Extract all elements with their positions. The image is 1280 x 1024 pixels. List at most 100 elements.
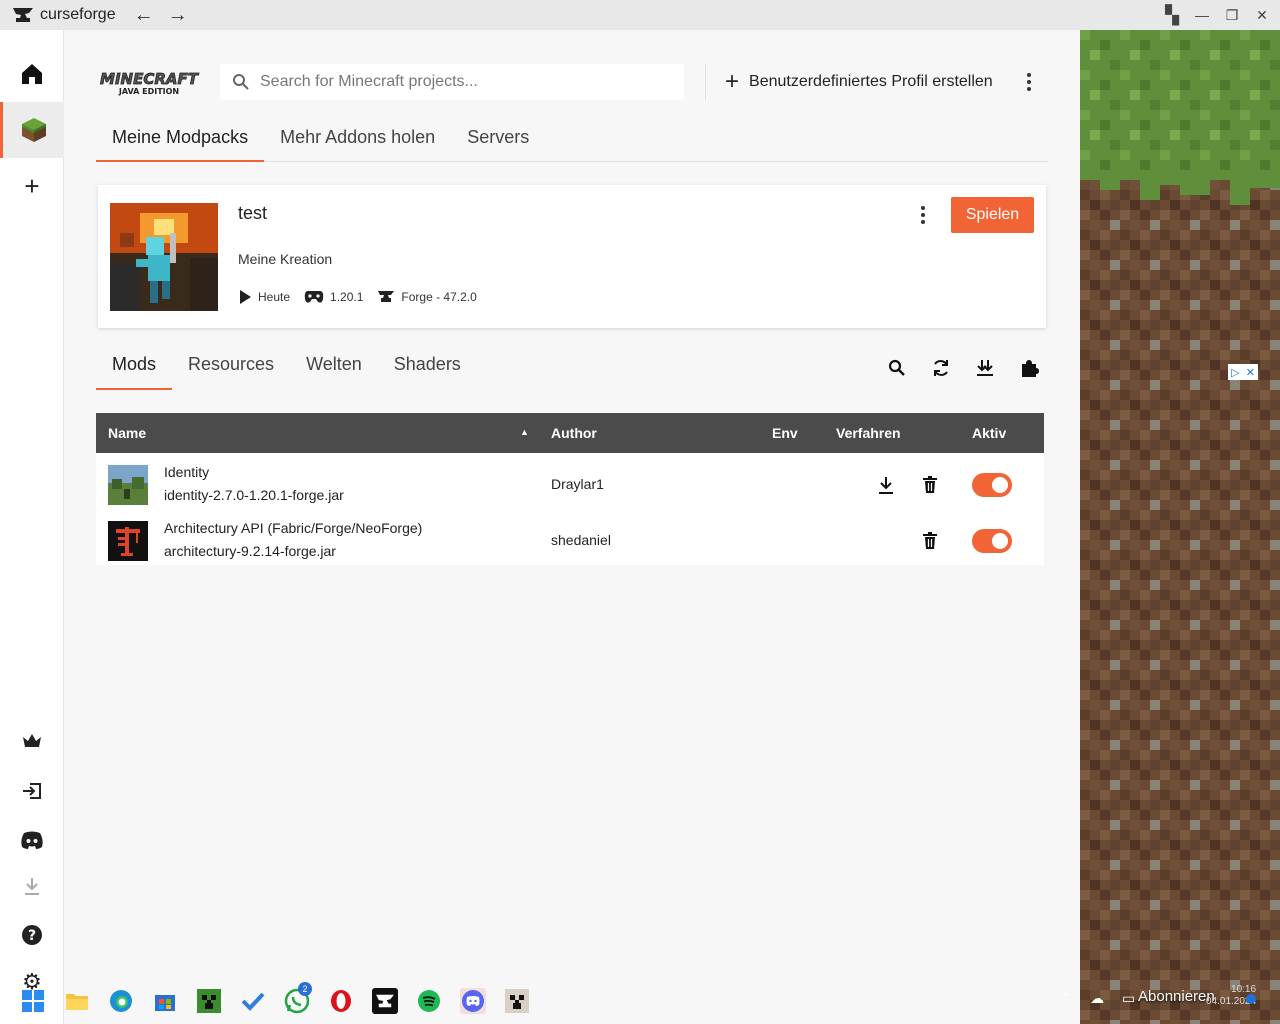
plus-icon: +	[725, 68, 740, 95]
discord-taskbar-icon[interactable]	[460, 988, 486, 1014]
profile-name: test	[238, 203, 268, 223]
tab-mods[interactable]: Mods	[96, 350, 173, 390]
monitor-icon[interactable]: ▭	[1122, 990, 1135, 1007]
app-name: curseforge	[40, 6, 116, 23]
curseforge-logo-icon	[13, 8, 33, 22]
update-all-icon[interactable]	[973, 356, 997, 380]
title-bar: curseforge ← → ▚ — ❐ ✕	[0, 0, 1280, 30]
search-bar[interactable]	[220, 64, 684, 100]
puzzle-icon[interactable]	[1017, 356, 1041, 380]
col-env[interactable]: Env	[772, 425, 798, 441]
sidebar-add-game[interactable]: +	[0, 158, 64, 214]
play-button[interactable]: Spielen	[951, 197, 1034, 233]
last-played-value: Heute	[258, 290, 291, 304]
forward-arrow-icon[interactable]: →	[168, 5, 188, 25]
mod-name[interactable]: Identity	[164, 464, 209, 480]
taskbar: 2	[0, 980, 1080, 1024]
mod-loader: Forge - 47.2.0	[377, 290, 477, 304]
tab-my-modpacks[interactable]: Meine Modpacks	[96, 122, 265, 162]
anvil-icon	[378, 291, 395, 302]
whatsapp-icon[interactable]: 2	[284, 982, 312, 1014]
ad-choices-badge[interactable]: ▷ ✕	[1228, 364, 1258, 380]
main-tabs: Meine Modpacks Mehr Addons holen Servers	[96, 122, 1048, 162]
profile-card[interactable]: test Meine Kreation Heute 1.20.1 Forge -…	[98, 185, 1046, 328]
table-row[interactable]: Identity identity-2.7.0-1.20.1-forge.jar…	[96, 453, 1044, 509]
tab-worlds[interactable]: Welten	[290, 350, 378, 390]
sidebar-home[interactable]	[0, 46, 64, 102]
todo-checkmark-icon[interactable]	[240, 988, 266, 1014]
table-row[interactable]: Architectury API (Fabric/Forge/NeoForge)…	[96, 509, 1044, 565]
onedrive-cloud-icon[interactable]: ☁	[1090, 990, 1104, 1007]
mod-author[interactable]: shedaniel	[551, 532, 611, 548]
sidebar-downloads[interactable]	[0, 858, 64, 914]
sort-ascending-icon[interactable]: ▲	[520, 427, 529, 437]
profile-meta: Heute 1.20.1 Forge - 47.2.0	[238, 289, 491, 305]
sidebar-minecraft[interactable]	[0, 102, 64, 158]
main-content: MINECRAFT JAVA EDITION + Benutzerdefinie…	[65, 30, 1080, 990]
search-icon	[233, 74, 249, 90]
login-icon	[23, 783, 41, 799]
system-tray: ⌃ ☁ ▭ Abonnieren 10:16 04.01.2024	[1050, 982, 1280, 1024]
svg-text:?: ?	[28, 928, 36, 944]
game-launcher-icon[interactable]	[504, 988, 530, 1014]
create-custom-profile-button[interactable]: + Benutzerdefiniertes Profil erstellen	[725, 68, 993, 96]
opera-browser-icon[interactable]	[328, 988, 354, 1014]
minecraft-grass-block-icon	[21, 118, 46, 142]
profile-thumbnail	[110, 203, 218, 311]
active-toggle[interactable]	[972, 529, 1012, 553]
mod-toolbar	[885, 356, 1041, 380]
mods-table: Name ▲ Author Env Verfahren Aktiv Identi…	[96, 413, 1044, 565]
gamepad-icon	[304, 291, 324, 303]
search-mods-icon[interactable]	[885, 356, 909, 380]
search-input[interactable]	[260, 73, 660, 91]
tab-resources[interactable]: Resources	[172, 350, 290, 390]
crown-icon	[23, 734, 41, 747]
close-icon[interactable]: ✕	[1254, 7, 1270, 24]
restore-icon[interactable]: ❐	[1224, 7, 1240, 24]
profile-options-icon[interactable]	[918, 203, 928, 227]
last-played: Heute	[238, 289, 290, 305]
back-arrow-icon[interactable]: ←	[134, 5, 154, 25]
edge-browser-icon[interactable]	[108, 988, 134, 1014]
mod-author[interactable]: Draylar1	[551, 476, 604, 492]
col-author[interactable]: Author	[551, 425, 597, 441]
download-icon	[25, 878, 39, 895]
play-icon	[240, 290, 251, 304]
help-icon: ?	[22, 925, 42, 945]
sidebar-help[interactable]: ?	[0, 907, 64, 963]
sidebar-login[interactable]	[0, 763, 64, 819]
delete-icon[interactable]	[918, 529, 942, 553]
ad-close-icon[interactable]: ✕	[1246, 366, 1255, 379]
minecraft-launcher-icon[interactable]	[196, 988, 222, 1014]
curseforge-taskbar-icon[interactable]	[372, 988, 398, 1014]
file-explorer-icon[interactable]	[64, 988, 90, 1014]
whatsapp-badge: 2	[298, 982, 312, 996]
game-version: 1.20.1	[304, 290, 363, 304]
active-toggle[interactable]	[972, 473, 1012, 497]
plus-icon: +	[24, 170, 40, 201]
minimize-icon[interactable]: —	[1194, 7, 1210, 23]
col-active: Aktiv	[972, 425, 1007, 441]
more-options-icon[interactable]	[1021, 70, 1037, 94]
mod-icon-architectury	[108, 521, 148, 561]
col-name[interactable]: Name	[108, 425, 146, 441]
delete-icon[interactable]	[918, 473, 942, 497]
subscribe-overlay-text[interactable]: Abonnieren	[1138, 988, 1215, 1005]
tab-shaders[interactable]: Shaders	[378, 350, 477, 390]
content-tabs: Mods Resources Welten Shaders	[96, 350, 477, 390]
spotify-icon[interactable]	[416, 988, 442, 1014]
game-version-value: 1.20.1	[330, 290, 364, 304]
layout-icon[interactable]: ▚	[1164, 5, 1180, 26]
tab-more-addons[interactable]: Mehr Addons holen	[264, 122, 451, 162]
tray-chevron-up-icon[interactable]: ⌃	[1060, 990, 1072, 1007]
mod-name[interactable]: Architectury API (Fabric/Forge/NeoForge)	[164, 520, 422, 536]
notification-dot-icon[interactable]	[1246, 994, 1256, 1004]
ad-info-icon[interactable]: ▷	[1231, 366, 1239, 379]
microsoft-store-icon[interactable]	[152, 988, 178, 1014]
download-update-icon[interactable]	[874, 473, 898, 497]
windows-start-icon[interactable]	[20, 988, 46, 1014]
refresh-icon[interactable]	[929, 356, 953, 380]
sidebar-premium[interactable]	[0, 713, 64, 769]
tab-servers[interactable]: Servers	[451, 122, 545, 162]
mod-file: identity-2.7.0-1.20.1-forge.jar	[164, 487, 344, 503]
